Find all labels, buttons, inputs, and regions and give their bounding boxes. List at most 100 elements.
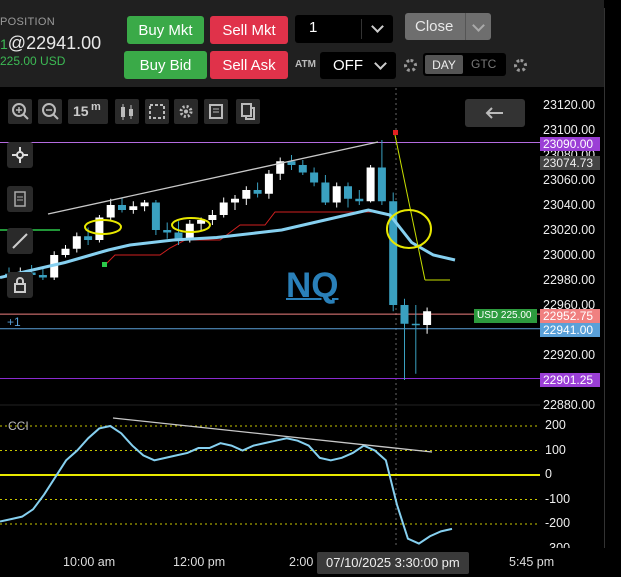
stop-line <box>104 211 380 266</box>
candle-body <box>332 186 341 203</box>
chevron-down-icon[interactable] <box>472 19 485 32</box>
candle-body <box>140 202 149 207</box>
cci-tick: 200 <box>545 418 566 432</box>
price-tick: 23100.00 <box>543 123 596 137</box>
sell-market-button[interactable]: Sell Mkt <box>210 16 288 44</box>
candle-body <box>310 172 319 183</box>
tif-day-option[interactable]: DAY <box>425 55 463 74</box>
close-label: Close <box>415 18 454 35</box>
price-tick: 22880.00 <box>543 398 596 412</box>
candle-body <box>72 236 81 249</box>
quantity-value: 1 <box>309 19 318 36</box>
candle-body <box>61 248 70 255</box>
candle-body <box>344 186 352 199</box>
right-edge <box>604 0 621 577</box>
yellow-trend <box>394 134 426 281</box>
ema-line <box>0 208 456 279</box>
candle-body <box>151 202 160 230</box>
candle-body <box>423 311 432 325</box>
buy-bid-button[interactable]: Buy Bid <box>124 51 207 79</box>
quantity-select[interactable]: 1 <box>295 15 393 43</box>
price-tick: 23000.00 <box>543 248 596 262</box>
price-tick: 23120.00 <box>543 98 596 112</box>
candle-body <box>106 205 115 218</box>
atm-label: ATM <box>295 59 316 70</box>
crosshair-time-label: 07/10/2025 3:30:00 pm <box>317 552 469 574</box>
copy-icon[interactable] <box>236 99 260 124</box>
cci-tick: -100 <box>545 491 571 506</box>
divider <box>604 8 605 548</box>
timeframe-button[interactable]: 15 m <box>68 99 108 124</box>
cci-tick: 100 <box>545 442 566 457</box>
candle-body <box>38 275 47 278</box>
sell-marker <box>393 130 398 135</box>
arrow-left-icon <box>485 107 503 119</box>
position-label: POSITION <box>0 16 55 28</box>
position-pnl: 225.00 USD <box>0 54 66 68</box>
position-quantity: 1@22941.00 <box>0 33 101 54</box>
candle-body <box>208 215 217 220</box>
candle-body <box>298 165 307 173</box>
gear-icon[interactable] <box>174 99 198 124</box>
candle-body <box>321 182 330 203</box>
time-tick: 10:00 am <box>63 555 116 569</box>
trendline <box>47 141 379 215</box>
pnl-tag: USD 225.00 <box>474 309 537 323</box>
position-price: @22941.00 <box>7 33 102 53</box>
candle-body <box>366 167 375 202</box>
timeframe-unit: m <box>91 101 101 113</box>
cci-label: CCI <box>8 419 29 433</box>
last-high-tag: 23074.73 <box>540 156 600 170</box>
position-qty: 1 <box>0 36 8 52</box>
atm-strategy-select[interactable]: OFF <box>320 52 396 79</box>
close-position-button[interactable]: Close <box>405 13 491 40</box>
candle-body <box>400 305 409 324</box>
entry-price-tag: 22952.75 <box>540 309 600 323</box>
level-tag-upper: 23090.00 <box>540 137 600 151</box>
candle-body <box>264 173 273 194</box>
back-button[interactable] <box>465 99 525 127</box>
candle-body <box>231 198 239 203</box>
chevron-down-icon <box>374 57 387 70</box>
buy-marker <box>102 262 107 267</box>
time-tick: 2:00 <box>289 555 314 569</box>
cci-tick: 0 <box>545 467 552 482</box>
select-icon[interactable] <box>145 99 169 124</box>
zoom-in-icon[interactable] <box>8 99 32 124</box>
price-tick: 22980.00 <box>543 273 596 287</box>
chevron-down-icon <box>371 20 384 33</box>
cci-line <box>0 424 453 545</box>
timeframe-value: 15 <box>73 103 89 119</box>
price-tick: 23020.00 <box>543 223 596 237</box>
buy-market-button[interactable]: Buy Mkt <box>127 16 204 44</box>
time-tick: 5:45 pm <box>509 555 555 569</box>
candle-body <box>84 236 93 240</box>
note-icon[interactable] <box>7 186 33 212</box>
price-tick: 23060.00 <box>543 173 596 187</box>
price-tick: 23040.00 <box>543 198 596 212</box>
crosshair-time: 07/10/2025 3:30:00 pm <box>326 555 460 570</box>
zoom-out-icon[interactable] <box>38 99 62 124</box>
crosshair-icon[interactable] <box>7 142 33 168</box>
gear-icon[interactable] <box>404 59 417 72</box>
lock-icon[interactable] <box>7 272 33 298</box>
price-tick: 22920.00 <box>543 348 596 362</box>
candle-body <box>377 167 386 202</box>
level-tag-lower: 22901.25 <box>540 373 600 387</box>
gear-icon[interactable] <box>514 59 527 72</box>
symbol-watermark: NQ <box>286 266 339 305</box>
candles-icon[interactable] <box>115 99 139 124</box>
tif-gtc-option[interactable]: GTC <box>471 57 496 71</box>
time-in-force-toggle[interactable]: DAY GTC <box>423 53 506 76</box>
divider <box>361 19 362 39</box>
candle-body <box>163 230 172 233</box>
chart-canvas[interactable] <box>0 88 540 548</box>
sell-ask-button[interactable]: Sell Ask <box>210 51 288 79</box>
cci-trendline <box>112 417 433 453</box>
line-icon[interactable] <box>7 228 33 254</box>
template-icon[interactable] <box>204 99 228 124</box>
candle-body <box>411 323 420 326</box>
divider <box>465 13 466 40</box>
time-tick: 12:00 pm <box>173 555 226 569</box>
candle-body <box>242 190 251 199</box>
